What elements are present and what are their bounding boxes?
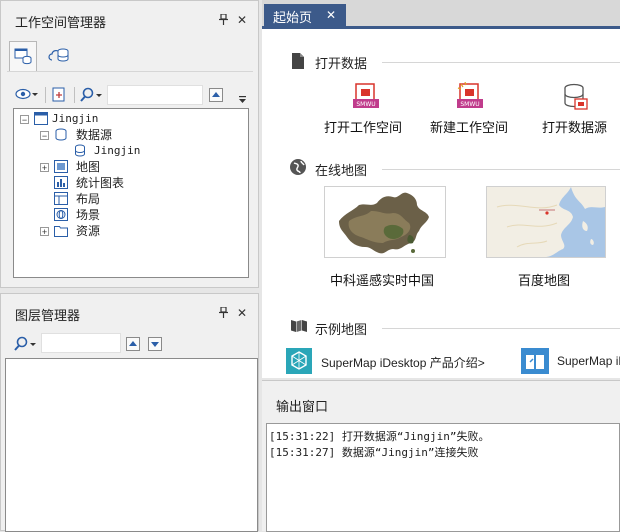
datasource-tab[interactable] <box>45 43 73 69</box>
layout-icon <box>54 192 68 205</box>
baidu-map-image <box>487 187 605 257</box>
arrow-down-icon <box>151 342 159 347</box>
document-icon <box>292 53 304 69</box>
sample-map-label: SuperMap iD <box>557 354 620 368</box>
svg-text:SMWU: SMWU <box>460 101 479 108</box>
open-datasource-icon <box>564 83 588 110</box>
section-divider <box>382 169 620 170</box>
section-title-online-maps: 在线地图 <box>315 163 368 178</box>
collapse-icon[interactable]: − <box>20 115 29 125</box>
sample-map-idesktop-intro[interactable]: SuperMap iDesktop 产品介绍> <box>286 348 506 378</box>
sample-map-label: SuperMap iDesktop 产品介绍> <box>321 356 485 370</box>
button-label: 打开数据源 <box>542 120 608 135</box>
open-workspace-button[interactable]: SMWU 打开工作空间 <box>320 82 412 136</box>
workspace-icon <box>34 112 48 125</box>
workspace-manager-title: 工作空间管理器 <box>15 15 107 30</box>
search-icon <box>14 336 36 351</box>
layer-list <box>5 358 258 532</box>
smwu-badge: SMWU <box>356 101 375 108</box>
log-line: [15:31:27] 数据源“Jingjin”连接失败 <box>269 446 479 459</box>
map-label: 中科遥感实时中国 <box>330 273 435 288</box>
locate-icon <box>52 87 65 102</box>
start-page: 打开数据 SMWU 打开工作空间 SMWU 新建工作空间 打开数据源 在线地图 … <box>262 26 620 378</box>
workspace-tab[interactable] <box>9 41 37 71</box>
tree-label: 数据源 <box>76 128 113 142</box>
section-title-open-data: 打开数据 <box>315 56 368 71</box>
button-label: 打开工作空间 <box>324 120 403 135</box>
workspace-manager-panel: 工作空间管理器 ✕ − Jingjin − 数据源 Jingjin + 地图 统… <box>0 0 259 288</box>
new-workspace-button[interactable]: SMWU 新建工作空间 <box>425 82 515 136</box>
layer-previous-button[interactable] <box>126 337 140 351</box>
close-icon[interactable]: ✕ <box>237 306 247 320</box>
map-thumbnail <box>486 186 606 258</box>
section-divider <box>382 328 620 329</box>
layer-search-input[interactable] <box>41 333 121 353</box>
toolbar-separator <box>45 87 46 103</box>
close-icon[interactable]: ✕ <box>237 13 247 27</box>
workspace-tree: − Jingjin − 数据源 Jingjin + 地图 统计图表 布局 场景 … <box>13 108 249 278</box>
globe-icon <box>290 159 306 175</box>
book-icon <box>291 320 307 332</box>
arrow-up-icon <box>212 92 220 97</box>
tree-label: 统计图表 <box>76 176 125 190</box>
expand-icon[interactable]: + <box>40 163 49 173</box>
map-thumbnail <box>324 186 446 258</box>
layer-next-button[interactable] <box>148 337 162 351</box>
product-logo-icon <box>286 348 312 374</box>
tab-divider <box>7 71 253 72</box>
china-satellite-image <box>339 192 429 254</box>
book-logo-icon <box>521 348 549 374</box>
output-window-title: 输出窗口 <box>276 399 329 414</box>
layer-manager-panel: 图层管理器 ✕ <box>0 293 259 532</box>
tree-label: 地图 <box>76 160 101 174</box>
online-map-china-realtime[interactable]: 中科遥感实时中国 <box>324 186 448 288</box>
tree-label: 场景 <box>76 208 101 222</box>
layer-manager-title: 图层管理器 <box>15 308 81 323</box>
toolbar-overflow-icon[interactable] <box>238 94 247 103</box>
button-label: 新建工作空间 <box>430 120 509 135</box>
search-icon <box>80 87 102 102</box>
chart-icon <box>54 176 68 189</box>
pin-icon[interactable] <box>219 13 228 28</box>
pin-icon[interactable] <box>219 306 228 321</box>
map-icon <box>54 160 68 173</box>
open-workspace-icon: SMWU <box>353 83 379 108</box>
sample-map-idesktop-second[interactable]: SuperMap iD <box>521 348 620 378</box>
tab-start-page[interactable]: 起始页 ✕ <box>264 4 346 26</box>
workspace-icon <box>14 48 32 65</box>
search-button[interactable] <box>79 87 105 105</box>
section-title-sample-maps: 示例地图 <box>315 322 368 337</box>
tree-label: 资源 <box>76 224 101 238</box>
section-divider <box>382 62 620 63</box>
toolbar-separator <box>74 87 75 103</box>
tree-label: Jingjin <box>94 144 141 157</box>
map-label: 百度地图 <box>518 273 571 288</box>
locate-button[interactable] <box>51 87 69 105</box>
tree-label: Jingjin <box>52 112 99 125</box>
datasource-group-icon <box>55 128 67 141</box>
output-log[interactable]: [15:31:22] 打开数据源“Jingjin”失败。 [15:31:27] … <box>266 423 620 532</box>
cloud-database-icon <box>48 48 69 62</box>
arrow-up-icon <box>129 341 137 346</box>
tab-close-icon[interactable]: ✕ <box>326 8 336 22</box>
online-map-baidu[interactable]: 百度地图 <box>486 186 610 288</box>
eye-icon <box>15 88 38 100</box>
globe-icon <box>54 208 68 221</box>
layer-search-button[interactable] <box>13 336 39 354</box>
tab-label: 起始页 <box>273 10 313 25</box>
expand-icon[interactable]: + <box>40 227 49 237</box>
new-workspace-icon: SMWU <box>457 82 483 108</box>
collapse-icon[interactable]: − <box>40 131 49 141</box>
database-icon <box>75 144 85 157</box>
open-datasource-button[interactable]: 打开数据源 <box>537 82 617 136</box>
tree-label: 布局 <box>76 192 101 206</box>
view-options-button[interactable] <box>15 87 41 105</box>
previous-button[interactable] <box>209 88 223 102</box>
log-line: [15:31:22] 打开数据源“Jingjin”失败。 <box>269 430 490 443</box>
search-input[interactable] <box>107 85 203 105</box>
folder-icon <box>54 226 68 237</box>
output-window: 输出窗口 [15:31:22] 打开数据源“Jingjin”失败。 [15:31… <box>262 380 620 532</box>
